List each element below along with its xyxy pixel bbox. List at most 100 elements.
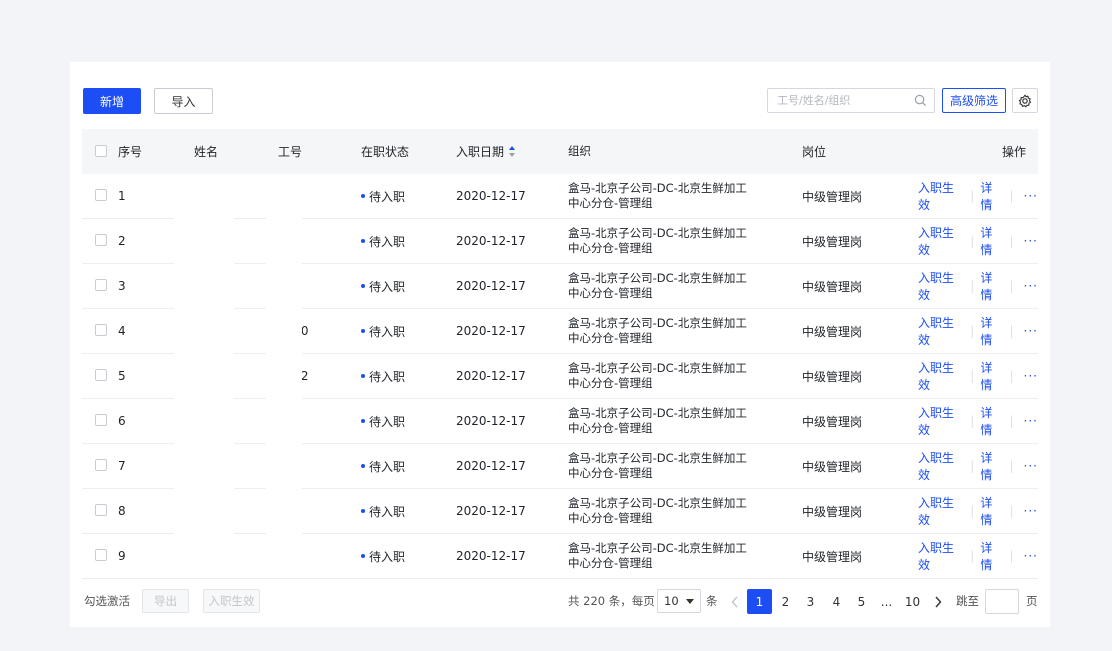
header-status: 在职状态 — [361, 145, 410, 159]
more-actions-icon[interactable]: ··· — [1024, 369, 1038, 383]
activate-link[interactable]: 入职生效 — [918, 224, 964, 258]
row-checkbox[interactable] — [95, 189, 107, 201]
activate-link[interactable]: 入职生效 — [918, 314, 964, 348]
action-divider: | — [970, 324, 975, 338]
detail-link[interactable]: 详情 — [980, 539, 1003, 573]
row-status-label: 待入职 — [369, 549, 406, 564]
detail-link[interactable]: 详情 — [980, 359, 1003, 393]
more-actions-icon[interactable]: ··· — [1024, 414, 1038, 428]
row-seq: 3 — [118, 279, 126, 293]
row-status-label: 待入职 — [369, 189, 406, 204]
select-all-checkbox[interactable] — [95, 144, 107, 157]
detail-link[interactable]: 详情 — [980, 404, 1003, 438]
page-button-5[interactable]: 5 — [849, 589, 874, 614]
row-checkbox[interactable] — [95, 279, 107, 291]
more-actions-icon[interactable]: ··· — [1024, 549, 1038, 563]
activate-link[interactable]: 入职生效 — [918, 494, 964, 528]
page-size-select[interactable]: 10 — [657, 589, 701, 613]
row-checkbox[interactable] — [95, 324, 107, 336]
row-org: 盒马-北京子公司-DC-北京生鲜加工中心分仓-管理组 — [568, 406, 747, 435]
more-actions-icon[interactable]: ··· — [1024, 504, 1038, 518]
row-checkbox[interactable] — [95, 459, 107, 471]
batch-activate-button[interactable]: 入职生效 — [203, 589, 260, 613]
more-actions-icon[interactable]: ··· — [1024, 279, 1038, 293]
page-unit: 页 — [1026, 594, 1038, 608]
page-button-2[interactable]: 2 — [773, 589, 798, 614]
sort-icon[interactable] — [509, 146, 516, 157]
detail-link[interactable]: 详情 — [980, 224, 1003, 258]
import-button[interactable]: 导入 — [154, 88, 213, 114]
search-input[interactable] — [768, 89, 908, 112]
page-button-10[interactable]: 10 — [900, 589, 925, 614]
header-date[interactable]: 入职日期 — [456, 129, 516, 174]
activate-link[interactable]: 入职生效 — [918, 179, 964, 213]
employee-list-card: 新增 导入 高级筛选 序号 姓名 工号 在职状态 入职日期 — [70, 62, 1050, 627]
activate-link[interactable]: 入职生效 — [918, 269, 964, 303]
row-status: 待入职 — [361, 489, 405, 533]
page-button-3[interactable]: 3 — [798, 589, 823, 614]
action-divider: | — [970, 369, 975, 383]
detail-link[interactable]: 详情 — [980, 449, 1003, 483]
detail-link[interactable]: 详情 — [980, 269, 1003, 303]
export-button[interactable]: 导出 — [142, 589, 189, 613]
row-actions: 入职生效 | 详情 | ··· — [918, 219, 1038, 263]
header-seq: 序号 — [118, 145, 143, 159]
action-divider: | — [970, 234, 975, 248]
activate-link[interactable]: 入职生效 — [918, 449, 964, 483]
action-divider: | — [1009, 324, 1014, 338]
search-icon[interactable] — [914, 94, 927, 107]
row-status: 待入职 — [361, 309, 405, 353]
gear-icon — [1018, 94, 1032, 107]
page-button-1[interactable]: 1 — [747, 589, 772, 614]
jump-label: 跳至 — [956, 594, 979, 608]
table-footer: 勾选激活 导出 入职生效 共 220 条，每页 10 条 1 2 3 4 5... 10 … — [70, 587, 1050, 619]
detail-link[interactable]: 详情 — [980, 314, 1003, 348]
more-actions-icon[interactable]: ··· — [1024, 234, 1038, 248]
row-seq: 5 — [118, 369, 126, 383]
row-actions: 入职生效 | 详情 | ··· — [918, 399, 1038, 443]
more-actions-icon[interactable]: ··· — [1024, 324, 1038, 338]
activate-link[interactable]: 入职生效 — [918, 539, 964, 573]
row-actions: 入职生效 | 详情 | ··· — [918, 309, 1038, 353]
prev-page-button[interactable] — [722, 589, 747, 614]
row-position: 中级管理岗 — [802, 324, 863, 339]
row-status-label: 待入职 — [369, 234, 406, 249]
row-seq: 7 — [118, 459, 126, 473]
status-dot — [361, 374, 365, 378]
row-seq: 2 — [118, 234, 126, 248]
next-page-button[interactable] — [925, 589, 950, 614]
row-checkbox[interactable] — [95, 369, 107, 381]
action-divider: | — [1009, 504, 1014, 518]
row-status-label: 待入职 — [369, 414, 406, 429]
row-checkbox[interactable] — [95, 504, 107, 516]
action-divider: | — [1009, 549, 1014, 563]
action-divider: | — [1009, 459, 1014, 473]
search-box — [767, 88, 935, 113]
row-checkbox[interactable] — [95, 549, 107, 561]
row-checkbox[interactable] — [95, 234, 107, 246]
more-actions-icon[interactable]: ··· — [1024, 459, 1038, 473]
jump-page-input[interactable] — [985, 589, 1019, 614]
more-actions-icon[interactable]: ··· — [1024, 189, 1038, 203]
detail-link[interactable]: 详情 — [980, 179, 1003, 213]
activate-link[interactable]: 入职生效 — [918, 359, 964, 393]
action-divider: | — [970, 279, 975, 293]
row-checkbox[interactable] — [95, 414, 107, 426]
activate-link[interactable]: 入职生效 — [918, 404, 964, 438]
action-divider: | — [1009, 189, 1014, 203]
page-button-4[interactable]: 4 — [824, 589, 849, 614]
advanced-filter-button[interactable]: 高级筛选 — [942, 88, 1006, 113]
row-status-label: 待入职 — [369, 324, 406, 339]
total-label: 共 220 条，每页 — [568, 594, 655, 608]
detail-link[interactable]: 详情 — [980, 494, 1003, 528]
header-position: 岗位 — [802, 145, 827, 159]
row-date: 2020-12-17 — [456, 369, 526, 383]
row-date: 2020-12-17 — [456, 279, 526, 293]
action-divider: | — [970, 549, 975, 563]
action-divider: | — [970, 504, 975, 518]
row-status-label: 待入职 — [369, 279, 406, 294]
row-seq: 6 — [118, 414, 126, 428]
add-button[interactable]: 新增 — [83, 88, 141, 114]
column-settings-button[interactable] — [1012, 88, 1038, 113]
status-dot — [361, 239, 365, 243]
